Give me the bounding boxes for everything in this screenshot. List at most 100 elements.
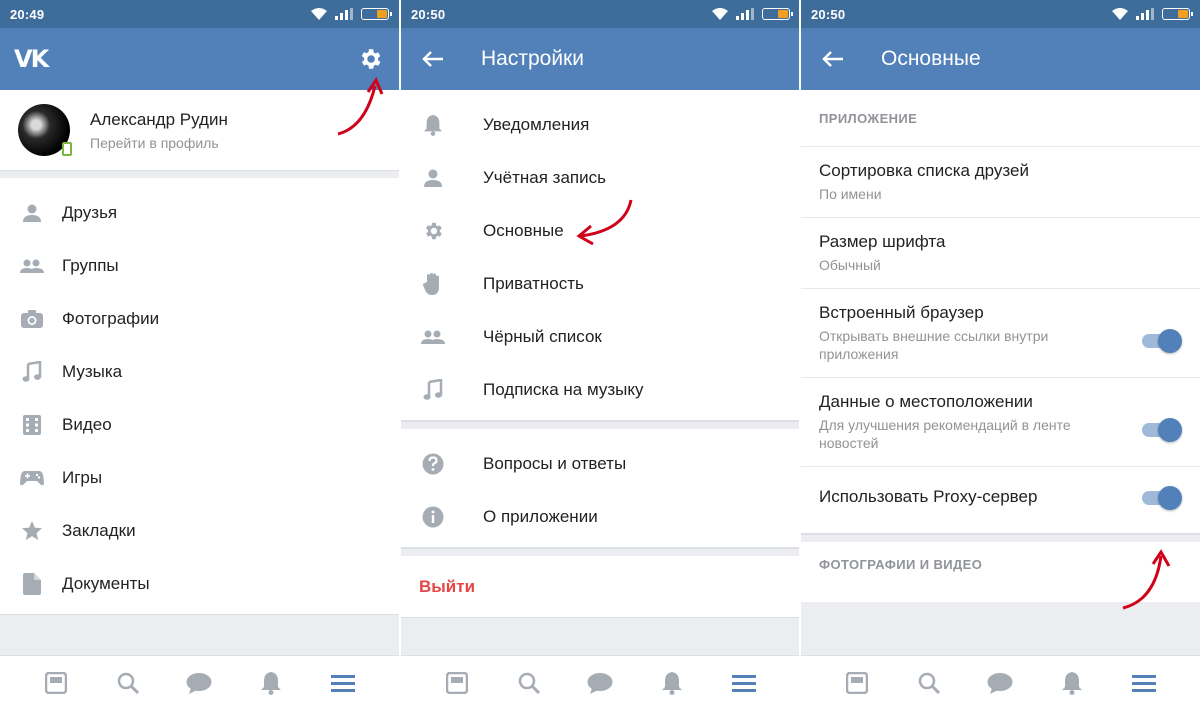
setting-friends-sort[interactable]: Сортировка списка друзей По имени xyxy=(801,146,1200,218)
menu-item-notifications[interactable]: Уведомления xyxy=(401,98,800,151)
app-bar: Основные xyxy=(801,28,1200,90)
menu-label: Учётная запись xyxy=(483,167,606,187)
person-icon xyxy=(23,204,41,222)
menu-item-blacklist[interactable]: Чёрный список xyxy=(401,310,800,363)
search-icon[interactable] xyxy=(916,670,942,696)
menu-item-bookmarks[interactable]: Закладки xyxy=(0,504,399,557)
status-time: 20:49 xyxy=(10,6,45,22)
news-icon[interactable] xyxy=(43,670,69,696)
setting-title: Встроенный браузер xyxy=(819,303,984,322)
notifications-icon[interactable] xyxy=(659,670,685,696)
menu-item-games[interactable]: Игры xyxy=(0,451,399,504)
status-bar: 20:49 xyxy=(0,0,399,28)
wifi-icon xyxy=(311,8,327,20)
gear-icon xyxy=(426,222,442,239)
menu-item-groups[interactable]: Группы xyxy=(0,239,399,292)
news-icon[interactable] xyxy=(844,670,870,696)
location-toggle[interactable] xyxy=(1142,418,1182,442)
battery-icon xyxy=(762,8,793,20)
settings-gear-icon[interactable] xyxy=(357,46,383,72)
news-icon[interactable] xyxy=(444,670,470,696)
info-icon xyxy=(422,506,444,527)
setting-description: Для улучшения рекомендаций в ленте новос… xyxy=(819,417,1071,451)
avatar xyxy=(18,104,72,156)
setting-title: Данные о местоположении xyxy=(819,392,1033,411)
people-icon xyxy=(20,259,44,273)
search-icon[interactable] xyxy=(516,670,542,696)
menu-item-music[interactable]: Музыка xyxy=(0,345,399,398)
notifications-icon[interactable] xyxy=(1059,670,1085,696)
back-arrow-icon[interactable] xyxy=(821,47,845,71)
annotation-arrow xyxy=(1122,549,1171,610)
app-bar: Настройки xyxy=(401,28,800,90)
section-title: ПРИЛОЖЕНИЕ xyxy=(819,110,918,126)
browser-toggle[interactable] xyxy=(1142,329,1182,353)
menu-item-privacy[interactable]: Приватность xyxy=(401,257,800,310)
setting-inapp-browser[interactable]: Встроенный браузер Открывать внешние ссы… xyxy=(801,289,1200,378)
question-icon xyxy=(422,453,444,474)
setting-description: Открывать внешние ссылки внутри приложен… xyxy=(819,328,1049,362)
setting-font-size[interactable]: Размер шрифта Обычный xyxy=(801,218,1200,289)
menu-label: Вопросы и ответы xyxy=(483,453,627,473)
menu-label: Группы xyxy=(62,255,119,275)
setting-title: Использовать Proxy-сервер xyxy=(819,487,1038,506)
signal-icon xyxy=(736,8,754,20)
help-menu-list: Вопросы и ответы О приложении xyxy=(401,429,800,548)
menu-item-music-subscription[interactable]: Подписка на музыку xyxy=(401,363,800,416)
search-icon[interactable] xyxy=(115,670,141,696)
panel-settings: 20:50 Настройки Уведомления Учётная запи… xyxy=(401,0,800,710)
mobile-online-icon xyxy=(62,142,72,156)
menu-item-documents[interactable]: Документы xyxy=(0,557,399,610)
proxy-toggle[interactable] xyxy=(1142,486,1182,510)
bottom-nav xyxy=(401,655,800,710)
menu-label: Уведомления xyxy=(483,114,590,134)
menu-label: Подписка на музыку xyxy=(483,379,644,399)
setting-value: Обычный xyxy=(819,257,881,273)
menu-item-video[interactable]: Видео xyxy=(0,398,399,451)
menu-label: Фотографии xyxy=(62,308,160,328)
hand-icon xyxy=(423,272,439,295)
menu-label: Видео xyxy=(62,414,112,434)
wifi-icon xyxy=(712,8,728,20)
separator xyxy=(0,170,399,178)
logout-button[interactable]: Выйти xyxy=(401,556,800,618)
back-arrow-icon[interactable] xyxy=(421,47,445,71)
menu-label: Приватность xyxy=(483,273,584,293)
status-bar: 20:50 xyxy=(401,0,800,28)
camera-icon xyxy=(21,309,43,328)
menu-label: Закладки xyxy=(62,520,136,540)
status-time: 20:50 xyxy=(411,6,446,22)
separator xyxy=(401,548,800,556)
panel-main-menu: 20:49 VK Александр Рудин Перейти в профи… xyxy=(0,0,399,710)
page-title: Основные xyxy=(881,47,981,70)
messages-icon[interactable] xyxy=(987,670,1013,696)
menu-label: Основные xyxy=(483,220,564,240)
menu-label: Игры xyxy=(62,467,103,487)
separator xyxy=(401,421,800,429)
person-icon xyxy=(424,169,442,187)
settings-menu-list: Уведомления Учётная запись Основные Прив… xyxy=(401,90,800,421)
star-icon xyxy=(22,520,42,540)
settings-group-app: ПРИЛОЖЕНИЕ Сортировка списка друзей По и… xyxy=(801,90,1200,534)
menu-item-about[interactable]: О приложении xyxy=(401,490,800,543)
annotation-arrow xyxy=(337,76,384,136)
menu-label: Музыка xyxy=(62,361,123,381)
menu-label: Документы xyxy=(62,573,150,593)
messages-icon[interactable] xyxy=(587,670,613,696)
menu-icon[interactable] xyxy=(330,670,356,696)
menu-item-photos[interactable]: Фотографии xyxy=(0,292,399,345)
menu-item-friends[interactable]: Друзья xyxy=(0,186,399,239)
setting-location-data[interactable]: Данные о местоположении Для улучшения ре… xyxy=(801,378,1200,467)
setting-proxy[interactable]: Использовать Proxy-сервер xyxy=(801,467,1200,533)
menu-icon[interactable] xyxy=(731,670,757,696)
music-note-icon xyxy=(22,360,42,382)
bottom-nav xyxy=(801,655,1200,710)
messages-icon[interactable] xyxy=(186,670,212,696)
status-bar: 20:50 xyxy=(801,0,1200,28)
setting-title: Размер шрифта xyxy=(819,232,946,251)
notifications-icon[interactable] xyxy=(258,670,284,696)
menu-icon[interactable] xyxy=(1131,670,1157,696)
menu-item-faq[interactable]: Вопросы и ответы xyxy=(401,437,800,490)
main-menu-list: Друзья Группы Фотографии Музыка Видео Иг… xyxy=(0,178,399,615)
vk-logo: VK xyxy=(14,45,49,73)
